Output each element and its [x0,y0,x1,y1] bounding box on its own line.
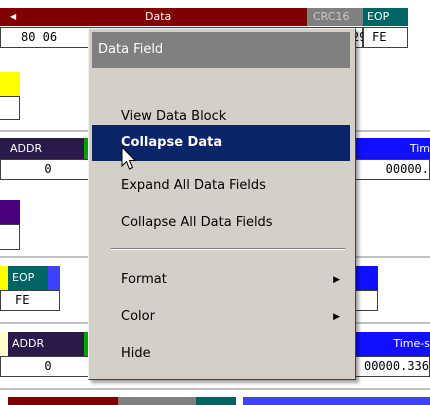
bottom-teal-bar [196,397,236,405]
eop-header-2-label: EOP [12,271,35,284]
time-value: 00000. [354,159,430,180]
blue-block-right [354,266,378,290]
eop-value-text: FE [372,30,387,44]
marker-box [0,96,20,120]
time-header-2-label: Time-s [393,337,430,350]
data-value-text: 80 06 [21,30,58,44]
addr-header-2: ADDR [8,332,84,356]
addr-header: ADDR [0,138,84,159]
purple-marker [0,200,20,224]
data-header-label: Data [145,10,172,23]
menu-separator-2 [111,248,345,250]
bottom-blue-bar [243,397,430,405]
expand-left-icon[interactable]: ◀ [10,8,16,26]
menu-item-format[interactable]: Format ▶ [92,262,350,298]
submenu-arrow-icon: ▶ [333,312,340,322]
submenu-arrow-icon: ▶ [333,275,340,285]
blue-stub [48,266,60,290]
blue-block-right-value [354,290,378,311]
time-value-2-text: 00000.336 [363,359,429,373]
marker-box-2 [0,224,20,250]
eop-value-2: FE [0,290,60,311]
addr-value-text: 0 [44,162,52,176]
row-separator-4 [0,388,430,390]
crc16-header-label: CRC16 [313,10,350,23]
time-header-label: Tim [409,142,430,155]
menu-item-color[interactable]: Color ▶ [92,299,350,335]
crc16-header: CRC16 [307,8,363,26]
menu-item-collapse-all-data-fields[interactable]: Collapse All Data Fields [92,205,350,241]
menu-item-hide[interactable]: Hide [92,336,350,372]
menu-item-label: Hide [121,346,151,361]
eop-value: FE [363,27,408,48]
eop-value-2-text: FE [15,293,30,307]
yellow-edge [0,266,8,290]
time-header-2: Time-s [354,332,430,356]
menu-item-expand-all-data-fields[interactable]: Expand All Data Fields [92,168,350,204]
menu-item-label: Collapse All Data Fields [121,215,273,230]
menu-item-label: Color [121,309,155,324]
menu-item-label: View Data Block [121,109,227,124]
menu-item-label: Format [121,272,167,287]
data-header[interactable]: ◀ Data [0,8,307,26]
yellow-marker [0,72,20,96]
yellow-edge-2 [0,332,8,356]
time-value-2: 00000.336 [354,356,430,377]
time-header: Tim [354,138,430,159]
addr-value-2-text: 0 [44,359,52,373]
addr-header-label: ADDR [10,142,43,155]
menu-item-label: Expand All Data Fields [121,178,266,193]
mouse-cursor-icon [121,146,137,170]
context-menu: Data Field View Data Block Collapse Data… [88,28,356,380]
addr-header-2-label: ADDR [12,337,45,350]
addr-value-2: 0 [0,356,92,377]
eop-header: EOP [363,8,408,26]
menu-title: Data Field [92,32,350,68]
time-value-text: 00000. [385,162,429,176]
bottom-gray-bar [118,397,196,405]
bottom-red-bar [8,397,118,405]
eop-header-label: EOP [367,10,390,23]
eop-header-2: EOP [8,266,48,290]
addr-value: 0 [0,159,92,180]
